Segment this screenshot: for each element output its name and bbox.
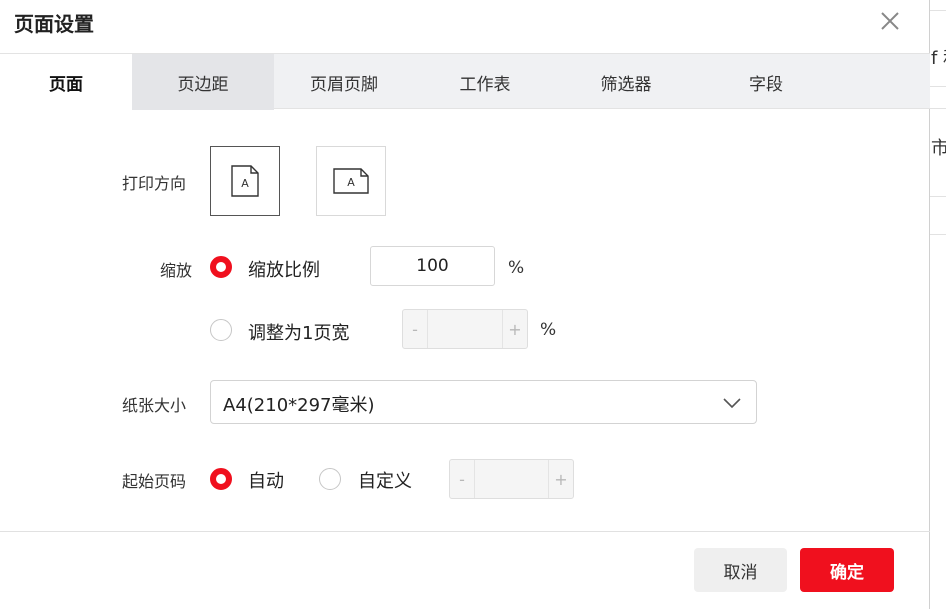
scale-ratio-input[interactable] xyxy=(370,246,495,286)
paper-size-label: 纸张大小 xyxy=(122,396,187,415)
tab-bar: 页面 页边距 页眉页脚 工作表 筛选器 字段 xyxy=(0,53,930,111)
fit-value-field[interactable] xyxy=(427,310,503,348)
fit-minus-button[interactable]: - xyxy=(403,310,427,348)
portrait-option[interactable]: A xyxy=(210,146,280,216)
confirm-button[interactable]: 确定 xyxy=(800,548,894,592)
scale-ratio-unit: % xyxy=(508,258,525,278)
fit-width-stepper: - + xyxy=(402,309,528,349)
landscape-glyph: A xyxy=(347,176,355,189)
scale-ratio-radio[interactable] xyxy=(210,256,232,278)
start-page-minus-button[interactable]: - xyxy=(450,460,474,498)
background-app: f 和 市 xyxy=(928,0,946,609)
tab-fields[interactable]: 字段 xyxy=(696,54,836,110)
start-page-value-field[interactable] xyxy=(474,460,549,498)
background-divider xyxy=(929,86,946,87)
start-page-custom-label: 自定义 xyxy=(358,471,412,492)
landscape-option[interactable]: A xyxy=(316,146,386,216)
close-button[interactable] xyxy=(876,7,904,35)
orientation-label: 打印方向 xyxy=(122,174,187,193)
landscape-page-icon: A xyxy=(333,168,369,194)
start-page-custom-radio[interactable] xyxy=(319,468,341,490)
fit-plus-button[interactable]: + xyxy=(503,310,527,348)
background-divider xyxy=(929,108,946,109)
start-page-plus-button[interactable]: + xyxy=(549,460,573,498)
fit-unit: % xyxy=(540,320,557,340)
cancel-button[interactable]: 取消 xyxy=(694,548,787,592)
background-text: 市 xyxy=(931,138,946,159)
start-page-auto-label: 自动 xyxy=(248,471,284,492)
footer-divider xyxy=(0,531,930,532)
scale-label: 缩放 xyxy=(160,261,193,280)
background-divider xyxy=(929,196,946,197)
start-page-auto-radio[interactable] xyxy=(210,468,232,490)
tab-page[interactable]: 页面 xyxy=(0,54,132,111)
chevron-down-icon xyxy=(723,398,741,409)
paper-size-value: A4(210*297毫米) xyxy=(223,395,375,416)
background-divider xyxy=(929,10,946,11)
paper-size-select[interactable]: A4(210*297毫米) xyxy=(210,380,757,424)
tab-margins[interactable]: 页边距 xyxy=(132,54,274,110)
portrait-glyph: A xyxy=(241,177,249,190)
tab-sheet[interactable]: 工作表 xyxy=(414,54,556,110)
start-page-stepper: - + xyxy=(449,459,574,499)
portrait-page-icon: A xyxy=(231,165,259,197)
start-page-label: 起始页码 xyxy=(122,472,187,491)
dialog-title: 页面设置 xyxy=(14,12,94,36)
scale-ratio-label: 缩放比例 xyxy=(248,260,320,281)
background-text: f 和 xyxy=(931,48,946,69)
close-icon xyxy=(881,12,899,30)
scale-fit-label: 调整为1页宽 xyxy=(248,323,350,344)
background-divider xyxy=(929,234,946,235)
page-setup-dialog: 页面设置 页面 页边距 页眉页脚 工作表 筛选器 字段 打印方向 A A 缩放 … xyxy=(0,0,930,609)
scale-fit-radio[interactable] xyxy=(210,319,232,341)
tab-header-footer[interactable]: 页眉页脚 xyxy=(274,54,414,110)
tab-filter[interactable]: 筛选器 xyxy=(556,54,696,110)
